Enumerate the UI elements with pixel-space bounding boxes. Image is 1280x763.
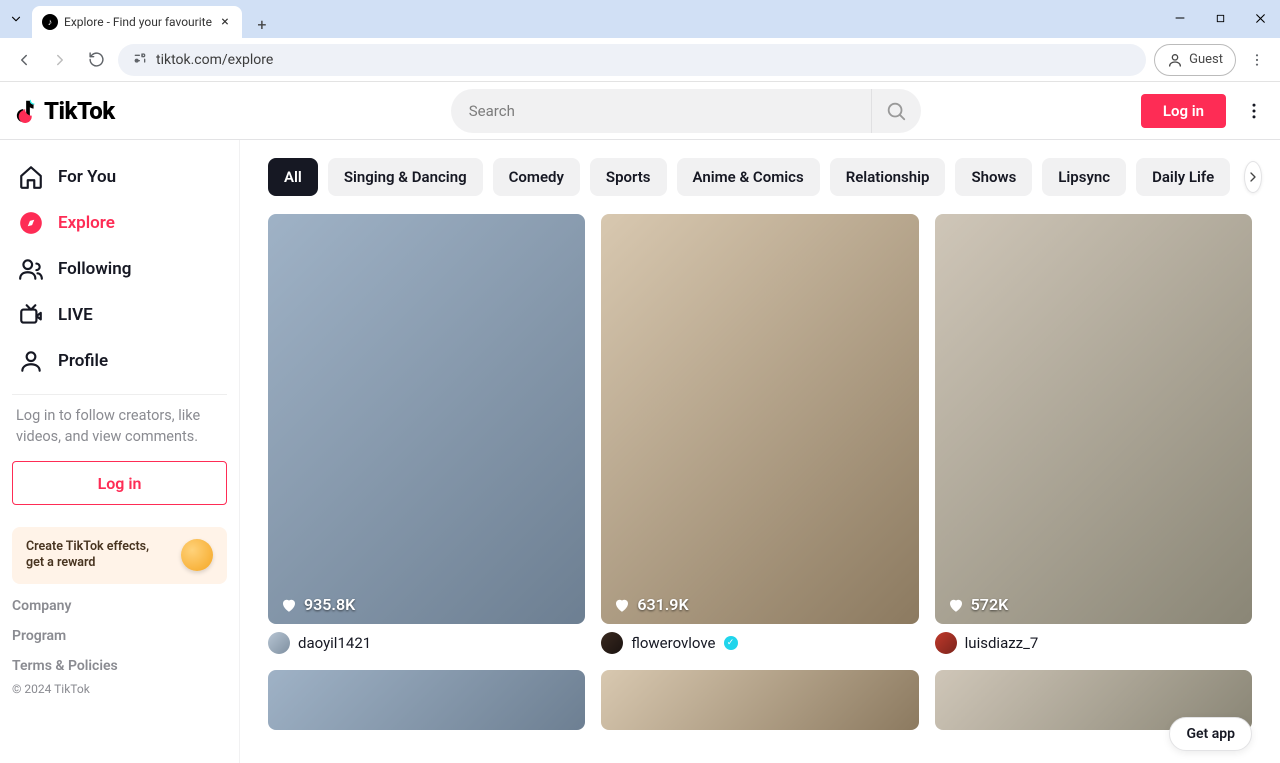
sidebar-item-explore[interactable]: Explore xyxy=(12,200,227,246)
sidebar-item-label: LIVE xyxy=(58,305,93,325)
url-text: tiktok.com/explore xyxy=(156,52,273,68)
logo-text: TikTok xyxy=(44,97,115,125)
coin-icon xyxy=(181,539,213,571)
header-login-button[interactable]: Log in xyxy=(1141,94,1226,128)
tab-title: Explore - Find your favourite xyxy=(64,15,212,29)
effects-banner[interactable]: Create TikTok effects, get a reward xyxy=(12,527,227,584)
effects-banner-text: Create TikTok effects, get a reward xyxy=(26,539,156,572)
sidebar-login-button[interactable]: Log in xyxy=(12,461,227,505)
heart-icon xyxy=(280,596,298,614)
logo[interactable]: TikTok xyxy=(16,97,115,125)
video-thumbnail[interactable] xyxy=(268,670,585,730)
profile-chip-label: Guest xyxy=(1189,52,1223,67)
category-pill[interactable]: Shows xyxy=(955,158,1032,196)
compass-icon xyxy=(18,210,44,236)
browser-toolbar: tiktok.com/explore Guest xyxy=(0,38,1280,82)
video-author[interactable]: flowerovlove ✓ xyxy=(601,632,918,654)
video-card: 935.8K daoyil1421 xyxy=(268,214,585,654)
address-bar[interactable]: tiktok.com/explore xyxy=(118,44,1146,76)
category-pill[interactable]: Relationship xyxy=(830,158,946,196)
forward-button[interactable] xyxy=(46,46,74,74)
video-thumbnail[interactable]: 935.8K xyxy=(268,214,585,624)
window-controls xyxy=(1166,6,1274,30)
new-tab-button[interactable]: + xyxy=(248,10,276,38)
get-app-button[interactable]: Get app xyxy=(1169,717,1252,751)
copyright-text: © 2024 TikTok xyxy=(12,682,227,696)
video-card: 572K luisdiazz_7 xyxy=(935,214,1252,654)
sidebar-item-label: Profile xyxy=(58,351,108,371)
user-icon xyxy=(18,348,44,374)
home-icon xyxy=(18,164,44,190)
sidebar-item-label: Following xyxy=(58,259,131,279)
category-pill[interactable]: Anime & Comics xyxy=(677,158,820,196)
avatar xyxy=(935,632,957,654)
maximize-button[interactable] xyxy=(1206,6,1234,30)
minimize-button[interactable] xyxy=(1166,6,1194,30)
category-scroll-right-button[interactable] xyxy=(1244,161,1262,193)
author-name: luisdiazz_7 xyxy=(965,634,1039,652)
video-thumbnail[interactable]: 572K xyxy=(935,214,1252,624)
search-button[interactable] xyxy=(871,89,921,133)
sidebar: For You Explore Following LIVE Profile L… xyxy=(0,140,240,763)
tab-close-button[interactable]: × xyxy=(218,15,232,29)
category-pill[interactable]: Singing & Dancing xyxy=(328,158,483,196)
live-icon xyxy=(18,302,44,328)
category-pill-all[interactable]: All xyxy=(268,158,318,196)
divider xyxy=(12,394,227,395)
video-author[interactable]: daoyil1421 xyxy=(268,632,585,654)
author-name: flowerovlove xyxy=(631,634,715,652)
browser-menu-button[interactable] xyxy=(1244,52,1270,68)
main-content: All Singing & Dancing Comedy Sports Anim… xyxy=(240,140,1280,763)
verified-badge-icon: ✓ xyxy=(724,636,738,650)
users-icon xyxy=(18,256,44,282)
category-pill[interactable]: Comedy xyxy=(493,158,580,196)
footer-link-terms[interactable]: Terms & Policies xyxy=(12,658,227,674)
reload-button[interactable] xyxy=(82,46,110,74)
like-count-value: 572K xyxy=(971,595,1009,614)
sidebar-item-label: Explore xyxy=(58,213,115,233)
like-count-value: 631.9K xyxy=(637,595,688,614)
like-count: 935.8K xyxy=(280,595,355,614)
avatar xyxy=(268,632,290,654)
sidebar-item-profile[interactable]: Profile xyxy=(12,338,227,384)
like-count-value: 935.8K xyxy=(304,595,355,614)
category-row: All Singing & Dancing Comedy Sports Anim… xyxy=(268,158,1252,196)
like-count: 631.9K xyxy=(613,595,688,614)
login-hint-text: Log in to follow creators, like videos, … xyxy=(12,405,227,461)
author-name: daoyil1421 xyxy=(298,634,371,652)
browser-tab[interactable]: ♪ Explore - Find your favourite × xyxy=(32,6,242,38)
search-input[interactable]: Search xyxy=(451,102,871,120)
profile-chip[interactable]: Guest xyxy=(1154,44,1236,76)
site-settings-icon[interactable] xyxy=(132,50,148,70)
header-more-button[interactable] xyxy=(1244,101,1264,121)
tab-list-dropdown[interactable] xyxy=(6,9,26,29)
browser-tab-strip: ♪ Explore - Find your favourite × + xyxy=(0,0,1280,38)
video-thumbnail[interactable]: 631.9K xyxy=(601,214,918,624)
video-author[interactable]: luisdiazz_7 xyxy=(935,632,1252,654)
site-header: TikTok Search Log in xyxy=(0,82,1280,140)
video-grid: 935.8K daoyil1421 631.9K xyxy=(268,214,1252,730)
sidebar-item-label: For You xyxy=(58,167,116,187)
heart-icon xyxy=(613,596,631,614)
footer-link-program[interactable]: Program xyxy=(12,628,227,644)
sidebar-item-live[interactable]: LIVE xyxy=(12,292,227,338)
footer-link-company[interactable]: Company xyxy=(12,598,227,614)
video-card: 631.9K flowerovlove ✓ xyxy=(601,214,918,654)
like-count: 572K xyxy=(947,595,1009,614)
heart-icon xyxy=(947,596,965,614)
back-button[interactable] xyxy=(10,46,38,74)
category-pill[interactable]: Daily Life xyxy=(1136,158,1230,196)
close-window-button[interactable] xyxy=(1246,6,1274,30)
category-pill[interactable]: Lipsync xyxy=(1042,158,1126,196)
video-card xyxy=(601,670,918,730)
video-card xyxy=(268,670,585,730)
avatar xyxy=(601,632,623,654)
tab-favicon: ♪ xyxy=(42,14,58,30)
category-pill[interactable]: Sports xyxy=(590,158,667,196)
search-bar: Search xyxy=(451,89,921,133)
video-thumbnail[interactable] xyxy=(601,670,918,730)
sidebar-item-for-you[interactable]: For You xyxy=(12,154,227,200)
sidebar-item-following[interactable]: Following xyxy=(12,246,227,292)
